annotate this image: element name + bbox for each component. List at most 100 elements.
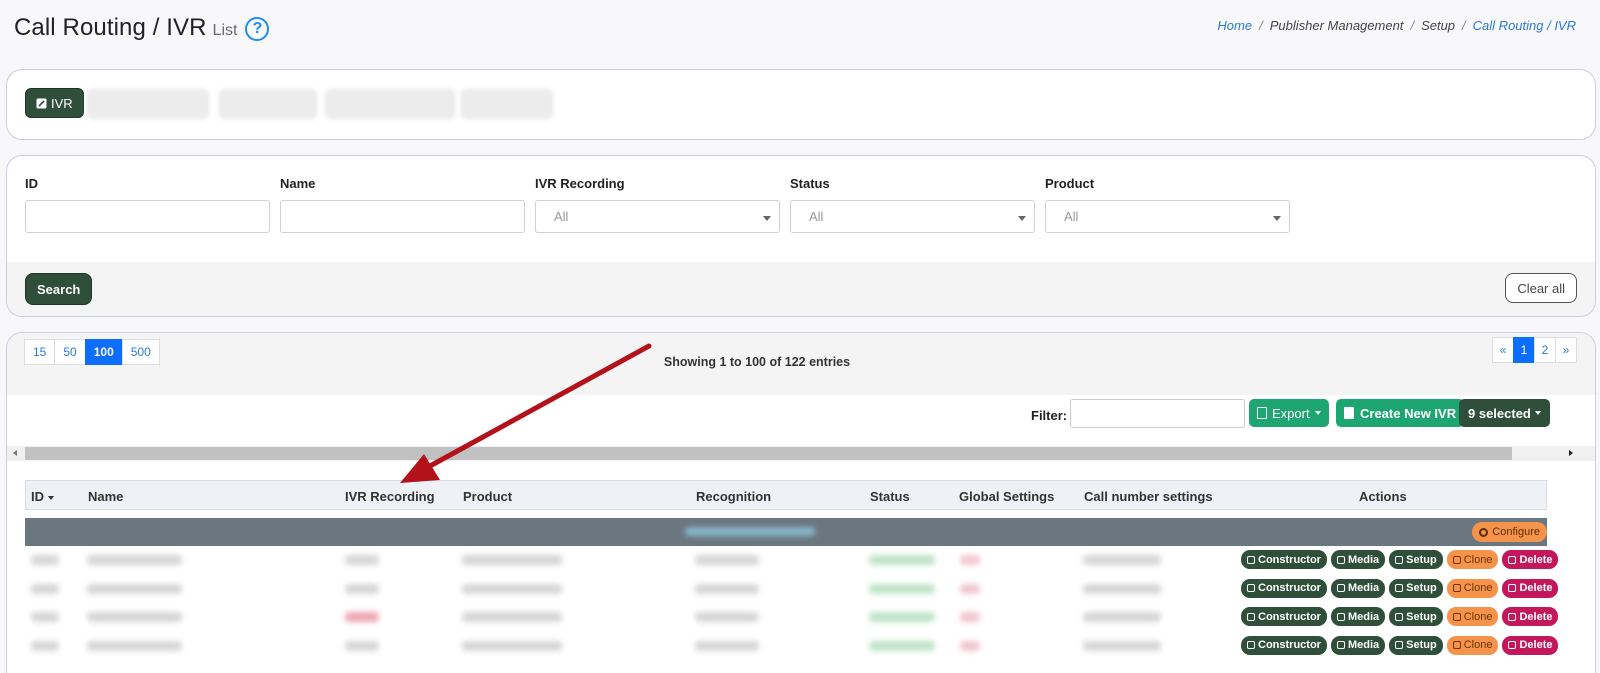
blurred-cell bbox=[31, 555, 59, 565]
id-input[interactable] bbox=[25, 200, 270, 233]
copy-icon bbox=[1452, 641, 1461, 649]
row-actions: Constructor Media Setup Clone Delete bbox=[1241, 607, 1559, 626]
file-excel-icon bbox=[1257, 407, 1267, 419]
setup-button[interactable]: Setup bbox=[1389, 607, 1443, 626]
clone-button[interactable]: Clone bbox=[1446, 578, 1499, 598]
pager-prev[interactable]: « bbox=[1492, 337, 1514, 363]
product-select[interactable]: All bbox=[1045, 200, 1290, 233]
delete-button[interactable]: Delete bbox=[1502, 635, 1559, 655]
page-subtitle: List bbox=[212, 22, 238, 39]
filter-input[interactable] bbox=[1070, 399, 1245, 428]
setup-label: Setup bbox=[1406, 610, 1437, 623]
pagination: « 1 2 » bbox=[1492, 337, 1577, 363]
media-button[interactable]: Media bbox=[1330, 550, 1386, 569]
tab-blurred-4[interactable] bbox=[461, 89, 553, 119]
columns-selected-label: 9 selected bbox=[1468, 405, 1531, 421]
constructor-button[interactable]: Constructor bbox=[1241, 635, 1327, 655]
setup-button[interactable]: Setup bbox=[1389, 578, 1443, 598]
media-button[interactable]: Media bbox=[1330, 607, 1386, 626]
col-ivr-recording[interactable]: IVR Recording bbox=[345, 489, 435, 504]
breadcrumb-home[interactable]: Home bbox=[1217, 18, 1252, 33]
blurred-cell bbox=[1083, 583, 1161, 594]
clear-all-button[interactable]: Clear all bbox=[1505, 273, 1577, 303]
constructor-label: Constructor bbox=[1258, 553, 1321, 566]
search-button[interactable]: Search bbox=[25, 273, 93, 305]
status-select[interactable]: All bbox=[790, 200, 1035, 233]
branch-icon bbox=[1247, 641, 1255, 649]
blurred-cell bbox=[345, 612, 379, 622]
table-header: ID Name IVR Recording Product Recognitio… bbox=[25, 480, 1547, 510]
col-actions: Actions bbox=[1359, 489, 1407, 504]
table-card: 15 50 100 500 Showing 1 to 100 of 122 en… bbox=[6, 332, 1596, 673]
blurred-cell bbox=[1083, 640, 1161, 651]
trash-icon bbox=[1508, 584, 1517, 592]
pager-page-2[interactable]: 2 bbox=[1534, 337, 1556, 363]
blurred-cell bbox=[462, 555, 562, 565]
scrollbar-thumb[interactable] bbox=[25, 447, 1512, 460]
breadcrumb-publisher-management: Publisher Management bbox=[1269, 18, 1404, 33]
clone-label: Clone bbox=[1463, 553, 1493, 566]
blurred-cell bbox=[87, 612, 182, 622]
constructor-button[interactable]: Constructor bbox=[1241, 550, 1327, 569]
constructor-button[interactable]: Constructor bbox=[1241, 578, 1327, 598]
tab-blurred-1[interactable] bbox=[87, 89, 209, 119]
configure-button[interactable]: Configure bbox=[1472, 522, 1547, 542]
export-label: Export bbox=[1272, 405, 1310, 421]
col-call-number-settings[interactable]: Call number settings bbox=[1084, 489, 1213, 504]
col-status[interactable]: Status bbox=[870, 489, 910, 504]
setup-label: Setup bbox=[1406, 582, 1437, 594]
create-new-ivr-button[interactable]: Create New IVR bbox=[1336, 399, 1465, 427]
tab-ivr[interactable]: IVR bbox=[25, 88, 84, 118]
export-button[interactable]: Export bbox=[1249, 399, 1329, 427]
status-value: All bbox=[809, 209, 824, 224]
media-label: Media bbox=[1347, 610, 1380, 623]
tab-blurred-3[interactable] bbox=[325, 89, 455, 119]
create-new-ivr-label: Create New IVR bbox=[1360, 405, 1457, 421]
col-recognition[interactable]: Recognition bbox=[696, 489, 771, 504]
speaker-icon bbox=[1336, 584, 1345, 592]
breadcrumb-call-routing[interactable]: Call Routing / IVR bbox=[1473, 18, 1576, 33]
name-input[interactable] bbox=[280, 200, 525, 233]
page: Call Routing / IVR List ? Home / Publisher… bbox=[0, 0, 1600, 673]
clone-button[interactable]: Clone bbox=[1446, 635, 1499, 655]
pager-next[interactable]: » bbox=[1555, 337, 1577, 363]
scroll-right-icon[interactable] bbox=[1569, 450, 1573, 456]
ivr-recording-value: All bbox=[554, 209, 569, 224]
blurred-cell bbox=[695, 555, 759, 565]
blurred-cell bbox=[345, 555, 379, 565]
row-actions: Constructor Media Setup Clone Delete bbox=[1241, 550, 1559, 569]
trash-icon bbox=[1508, 612, 1517, 621]
setup-button[interactable]: Setup bbox=[1389, 635, 1443, 655]
tab-blurred-2[interactable] bbox=[219, 89, 317, 119]
clone-button[interactable]: Clone bbox=[1446, 607, 1499, 626]
ivr-recording-select[interactable]: All bbox=[535, 200, 780, 233]
product-label: Product bbox=[1045, 176, 1095, 191]
table-row: Constructor Media Setup Clone Delete bbox=[25, 546, 1559, 574]
col-global-settings[interactable]: Global Settings bbox=[959, 489, 1054, 504]
columns-selected-button[interactable]: 9 selected bbox=[1459, 399, 1550, 427]
delete-label: Delete bbox=[1519, 553, 1553, 566]
configure-label: Configure bbox=[1492, 526, 1540, 538]
scroll-left-icon[interactable] bbox=[13, 450, 17, 456]
pager-page-1[interactable]: 1 bbox=[1513, 337, 1535, 363]
horizontal-scrollbar[interactable] bbox=[7, 446, 1595, 461]
media-button[interactable]: Media bbox=[1330, 578, 1386, 598]
delete-button[interactable]: Delete bbox=[1502, 550, 1559, 569]
col-product[interactable]: Product bbox=[463, 489, 512, 504]
blurred-cell bbox=[87, 583, 182, 594]
media-button[interactable]: Media bbox=[1330, 635, 1386, 655]
constructor-button[interactable]: Constructor bbox=[1241, 607, 1327, 626]
blurred-cell bbox=[960, 640, 980, 651]
group-row: Configure bbox=[25, 518, 1547, 546]
filter-footer: Search Clear all bbox=[7, 262, 1595, 316]
speaker-icon bbox=[1336, 612, 1345, 621]
col-id[interactable]: ID bbox=[31, 489, 54, 504]
clone-button[interactable]: Clone bbox=[1446, 550, 1499, 569]
col-name[interactable]: Name bbox=[88, 489, 123, 504]
help-icon[interactable]: ? bbox=[245, 17, 270, 41]
setup-button[interactable]: Setup bbox=[1389, 550, 1443, 569]
row-actions: Constructor Media Setup Clone Delete bbox=[1241, 578, 1559, 598]
delete-button[interactable]: Delete bbox=[1502, 607, 1559, 626]
delete-button[interactable]: Delete bbox=[1502, 578, 1559, 598]
blurred-cell bbox=[462, 583, 562, 594]
